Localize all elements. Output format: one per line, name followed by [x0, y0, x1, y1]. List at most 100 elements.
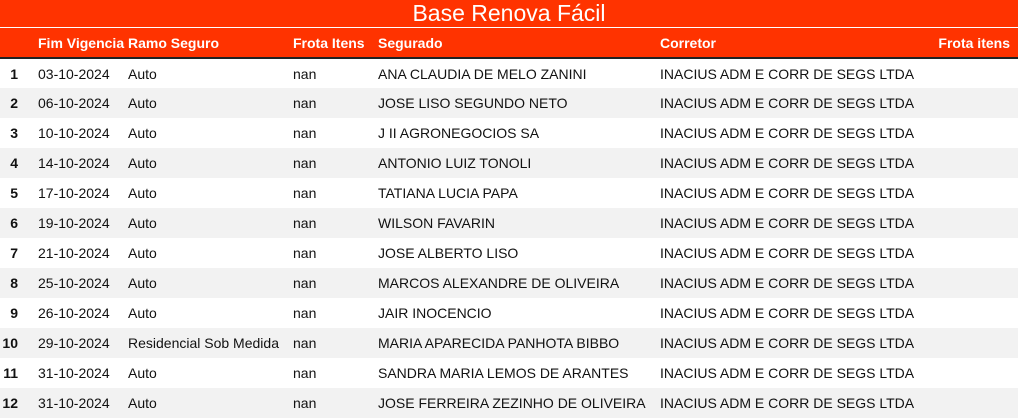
table-row[interactable]: 10 29-10-2024 Residencial Sob Medida nan MAR… [0, 328, 1018, 358]
cell-frota-itens: nan [293, 65, 317, 82]
cell-frota-itens-2 [920, 58, 1018, 88]
cell-segurado: JOSE LISO SEGUNDO NETO [378, 95, 568, 111]
cell-ramo-seguro: Auto [128, 245, 157, 261]
cell-corretor: INACIUS ADM E CORR DE SEGS LTDA [660, 155, 915, 171]
cell-row-index: 7 [10, 245, 18, 261]
cell-row-index: 10 [2, 335, 18, 351]
cell-segurado: ANTONIO LUIZ TONOLI [378, 155, 532, 171]
cell-segurado: MARIA APARECIDA PANHOTA BIBBO [378, 335, 620, 351]
table-row[interactable]: 5 17-10-2024 Auto nan TATIANA LUCIA PAPA INAC… [0, 178, 1018, 208]
table-row[interactable]: 3 10-10-2024 Auto nan J II AGRONEGOCIOS SA IN… [0, 118, 1018, 148]
cell-segurado: JOSE ALBERTO LISO [378, 245, 519, 261]
cell-corretor: INACIUS ADM E CORR DE SEGS LTDA [660, 395, 915, 411]
cell-segurado: SANDRA MARIA LEMOS DE ARANTES [378, 365, 629, 381]
table-row[interactable]: 2 06-10-2024 Auto nan JOSE LISO SEGUNDO NETO… [0, 88, 1018, 118]
cell-frota-itens-2 [920, 88, 1018, 118]
cell-fim-vigencia: 17-10-2024 [38, 185, 110, 201]
cell-row-index: 6 [10, 215, 18, 231]
col-header-segurado[interactable]: Segurado [378, 28, 660, 59]
cell-ramo-seguro: Residencial Sob Medida [128, 335, 279, 351]
table-row[interactable]: 12 31-10-2024 Auto nan JOSE FERREIRA ZEZINHO… [0, 388, 1018, 418]
cell-corretor: INACIUS ADM E CORR DE SEGS LTDA [660, 65, 915, 82]
cell-row-index: 9 [10, 305, 18, 321]
cell-ramo-seguro: Auto [128, 275, 157, 291]
cell-segurado: JOSE FERREIRA ZEZINHO DE OLIVEIRA [378, 395, 646, 411]
cell-frota-itens-2 [920, 238, 1018, 268]
cell-ramo-seguro: Auto [128, 185, 157, 201]
cell-corretor: INACIUS ADM E CORR DE SEGS LTDA [660, 365, 915, 381]
cell-frota-itens: nan [293, 155, 317, 171]
cell-frota-itens: nan [293, 395, 317, 411]
table-row[interactable]: 6 19-10-2024 Auto nan WILSON FAVARIN INACIUS … [0, 208, 1018, 238]
cell-corretor: INACIUS ADM E CORR DE SEGS LTDA [660, 95, 915, 111]
cell-row-index: 3 [10, 125, 18, 141]
cell-corretor: INACIUS ADM E CORR DE SEGS LTDA [660, 275, 915, 291]
cell-frota-itens-2 [920, 328, 1018, 358]
cell-ramo-seguro: Auto [128, 365, 157, 381]
cell-fim-vigencia: 03-10-2024 [38, 65, 110, 82]
cell-fim-vigencia: 29-10-2024 [38, 335, 110, 351]
cell-ramo-seguro: Auto [128, 215, 157, 231]
cell-fim-vigencia: 10-10-2024 [38, 125, 110, 141]
cell-corretor: INACIUS ADM E CORR DE SEGS LTDA [660, 245, 915, 261]
data-table: Fim Vigencia Ramo Seguro Frota Itens Seg… [0, 28, 1018, 418]
cell-frota-itens-2 [920, 388, 1018, 418]
table-row[interactable]: 4 14-10-2024 Auto nan ANTONIO LUIZ TONOLI INA… [0, 148, 1018, 178]
cell-frota-itens-2 [920, 358, 1018, 388]
col-header-fim-vigencia[interactable]: Fim Vigencia [28, 28, 128, 59]
cell-row-index: 11 [3, 365, 18, 381]
table-row[interactable]: 1 03-10-2024 Auto nan ANA CLAUDIA DE MELO ZA… [0, 58, 1018, 88]
cell-fim-vigencia: 25-10-2024 [38, 275, 110, 291]
cell-frota-itens: nan [293, 275, 317, 291]
cell-corretor: INACIUS ADM E CORR DE SEGS LTDA [660, 305, 915, 321]
cell-frota-itens-2 [920, 298, 1018, 328]
cell-segurado: J II AGRONEGOCIOS SA [378, 125, 540, 141]
cell-ramo-seguro: Auto [128, 155, 157, 171]
col-header-corretor[interactable]: Corretor [660, 28, 920, 59]
cell-fim-vigencia: 31-10-2024 [38, 395, 110, 411]
col-header-frota-itens-2[interactable]: Frota itens [920, 28, 1018, 59]
cell-frota-itens: nan [293, 335, 317, 351]
cell-row-index: 1 [10, 65, 18, 82]
cell-frota-itens: nan [293, 215, 317, 231]
cell-corretor: INACIUS ADM E CORR DE SEGS LTDA [660, 185, 915, 201]
cell-segurado: WILSON FAVARIN [378, 215, 495, 231]
cell-frota-itens: nan [293, 305, 317, 321]
cell-frota-itens: nan [293, 185, 317, 201]
cell-fim-vigencia: 14-10-2024 [38, 155, 110, 171]
cell-corretor: INACIUS ADM E CORR DE SEGS LTDA [660, 215, 915, 231]
cell-segurado: JAIR INOCENCIO [378, 305, 492, 321]
cell-row-index: 4 [10, 155, 18, 171]
cell-frota-itens: nan [293, 125, 317, 141]
cell-ramo-seguro: Auto [128, 65, 157, 82]
cell-frota-itens: nan [293, 95, 317, 111]
cell-fim-vigencia: 21-10-2024 [38, 245, 110, 261]
cell-row-index: 8 [10, 275, 18, 291]
cell-fim-vigencia: 26-10-2024 [38, 305, 110, 321]
cell-segurado: MARCOS ALEXANDRE DE OLIVEIRA [378, 275, 620, 291]
cell-ramo-seguro: Auto [128, 305, 157, 321]
col-header-index[interactable] [0, 28, 28, 59]
cell-fim-vigencia: 19-10-2024 [38, 215, 110, 231]
table-row[interactable]: 9 26-10-2024 Auto nan JAIR INOCENCIO INACIUS … [0, 298, 1018, 328]
table-row[interactable]: 8 25-10-2024 Auto nan MARCOS ALEXANDRE DE OL… [0, 268, 1018, 298]
cell-ramo-seguro: Auto [128, 125, 157, 141]
col-header-ramo-seguro[interactable]: Ramo Seguro [128, 28, 293, 59]
cell-ramo-seguro: Auto [128, 395, 157, 411]
cell-frota-itens-2 [920, 178, 1018, 208]
cell-frota-itens-2 [920, 208, 1018, 238]
cell-segurado: ANA CLAUDIA DE MELO ZANINI [378, 65, 587, 82]
table-row[interactable]: 11 31-10-2024 Auto nan SANDRA MARIA LEMOS DE… [0, 358, 1018, 388]
cell-fim-vigencia: 06-10-2024 [38, 95, 110, 111]
cell-fim-vigencia: 31-10-2024 [38, 365, 110, 381]
cell-row-index: 2 [10, 95, 18, 111]
col-header-frota-itens[interactable]: Frota Itens [293, 28, 378, 59]
cell-corretor: INACIUS ADM E CORR DE SEGS LTDA [660, 125, 915, 141]
table-header: Fim Vigencia Ramo Seguro Frota Itens Seg… [0, 28, 1018, 59]
cell-frota-itens-2 [920, 118, 1018, 148]
cell-frota-itens: nan [293, 365, 317, 381]
table-row[interactable]: 7 21-10-2024 Auto nan JOSE ALBERTO LISO INACI… [0, 238, 1018, 268]
cell-frota-itens-2 [920, 268, 1018, 298]
cell-row-index: 12 [2, 395, 18, 411]
cell-ramo-seguro: Auto [128, 95, 157, 111]
